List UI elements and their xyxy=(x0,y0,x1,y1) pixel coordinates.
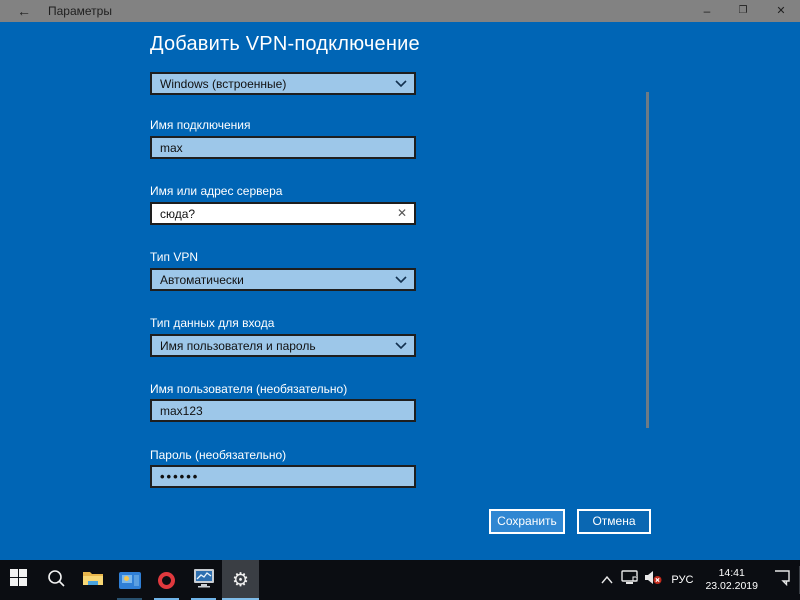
vpn-provider-dropdown[interactable]: Windows (встроенные) xyxy=(150,72,416,95)
taskbar-search-button[interactable] xyxy=(37,560,74,600)
settings-window: ← Параметры – ❐ ✕ Добавить VPN-подключен… xyxy=(0,0,800,600)
task-manager-button[interactable] xyxy=(185,560,222,600)
username-input[interactable] xyxy=(150,399,416,422)
media-app-button[interactable] xyxy=(111,560,148,600)
back-arrow-icon: ← xyxy=(17,3,31,19)
dialog-title: Добавить VPN-подключение xyxy=(150,33,420,56)
maximize-icon: ❐ xyxy=(739,5,748,16)
search-icon xyxy=(47,569,65,592)
sign-in-type-label: Тип данных для входа xyxy=(150,316,416,330)
taskbar: ⚙ РУС 14:41 23.02.2019 xyxy=(0,560,800,600)
opera-icon xyxy=(158,572,175,589)
server-address-label: Имя или адрес сервера xyxy=(150,184,416,198)
titlebar: ← Параметры – ❐ ✕ xyxy=(0,0,800,22)
cancel-button-label: Отмена xyxy=(592,514,635,528)
save-button[interactable]: Сохранить xyxy=(489,509,565,534)
opera-browser-button[interactable] xyxy=(148,560,185,600)
back-button[interactable]: ← xyxy=(12,1,36,21)
folder-icon xyxy=(82,569,104,592)
ethernet-network-icon xyxy=(621,570,638,590)
tray-time: 14:41 xyxy=(705,567,758,580)
username-label: Имя пользователя (необязательно) xyxy=(150,382,416,396)
start-button[interactable] xyxy=(0,560,37,600)
cancel-button[interactable]: Отмена xyxy=(577,509,651,534)
vpn-type-label: Тип VPN xyxy=(150,250,416,264)
action-center-button[interactable] xyxy=(764,560,800,600)
add-vpn-dialog: Добавить VPN-подключение Windows (встрое… xyxy=(0,22,800,560)
clear-x-icon: ✕ xyxy=(397,206,407,220)
save-button-label: Сохранить xyxy=(497,514,557,528)
clear-input-button[interactable]: ✕ xyxy=(393,204,411,223)
chevron-down-icon xyxy=(395,271,407,289)
sign-in-type-dropdown[interactable]: Имя пользователя и пароль xyxy=(150,334,416,357)
close-icon: ✕ xyxy=(776,5,785,17)
settings-app-button[interactable]: ⚙ xyxy=(222,560,259,600)
connection-name-label: Имя подключения xyxy=(150,118,416,132)
vpn-provider-value: Windows (встроенные) xyxy=(160,77,286,91)
password-input[interactable] xyxy=(150,465,416,488)
volume-muted-icon xyxy=(644,570,663,590)
chevron-down-icon xyxy=(395,75,407,93)
minimize-icon: – xyxy=(704,4,711,18)
minimize-button[interactable]: – xyxy=(692,0,722,22)
chevron-down-icon xyxy=(395,337,407,355)
vpn-type-dropdown[interactable]: Автоматически xyxy=(150,268,416,291)
clock[interactable]: 14:41 23.02.2019 xyxy=(699,560,764,600)
volume-button[interactable] xyxy=(641,560,665,600)
window-title: Параметры xyxy=(48,0,112,22)
task-manager-icon xyxy=(193,568,215,593)
settings-gear-icon: ⚙ xyxy=(232,571,249,590)
action-center-icon xyxy=(773,570,791,591)
password-label: Пароль (необязательно) xyxy=(150,448,416,462)
vpn-type-value: Автоматически xyxy=(160,273,244,287)
language-indicator[interactable]: РУС xyxy=(665,560,699,600)
file-explorer-button[interactable] xyxy=(74,560,111,600)
maximize-button[interactable]: ❐ xyxy=(728,0,758,22)
network-status-button[interactable] xyxy=(617,560,641,600)
system-tray: РУС 14:41 23.02.2019 xyxy=(597,560,800,600)
connection-name-input[interactable] xyxy=(150,136,416,159)
windows-logo-icon xyxy=(10,569,27,591)
chevron-up-icon xyxy=(601,571,613,589)
server-address-input[interactable] xyxy=(150,202,416,225)
tray-date: 23.02.2019 xyxy=(705,580,758,593)
tray-overflow-button[interactable] xyxy=(597,560,617,600)
vertical-scrollbar[interactable] xyxy=(646,92,649,428)
close-button[interactable]: ✕ xyxy=(766,0,796,22)
sign-in-type-value: Имя пользователя и пароль xyxy=(160,339,316,353)
media-app-icon xyxy=(119,572,141,589)
